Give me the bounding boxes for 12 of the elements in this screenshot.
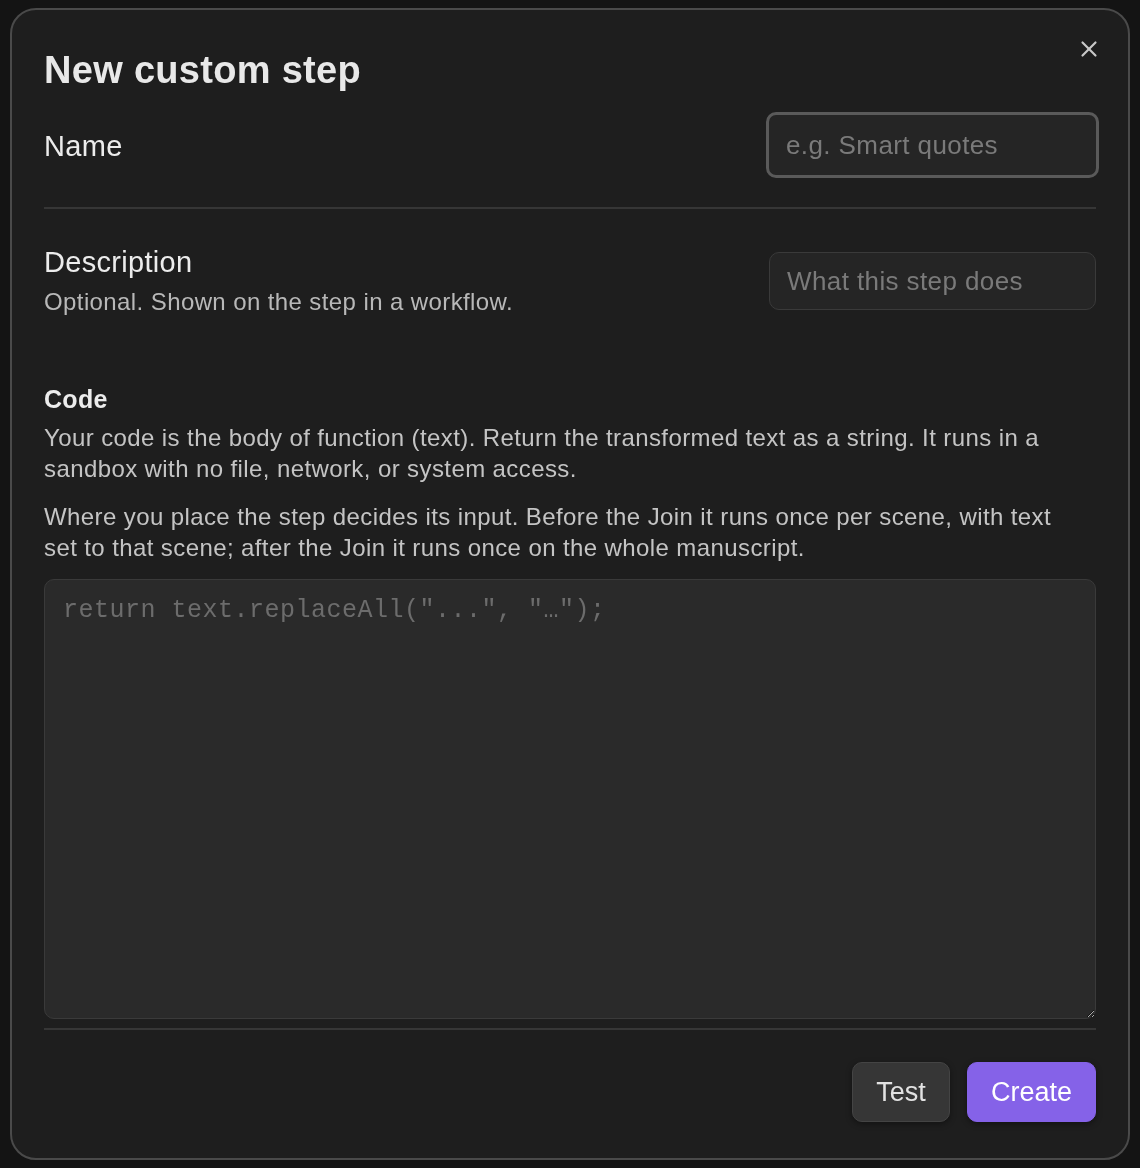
field-label: Description [44,245,194,279]
code-editor[interactable]: return text.replaceAll("...", "…"); [44,579,1096,1019]
code-description: Your code is the body of function (text). Return the transformed text as a string. It runs in a sandbox with no file, network, or system access. [44,423,1040,484]
create-button[interactable]: Create [967,1062,1096,1122]
text-input[interactable]: e.g. Smart quotes [766,112,1099,178]
field-hint: Optional. Shown on the step in a workflow. [44,287,514,317]
test-button[interactable]: Test [852,1062,950,1122]
field-label: Name [44,129,123,163]
code-label: Code [44,384,108,414]
code-description: Where you place the step decides its input. Before the Join it runs once per scene, with text set to that scene; after the Join it runs once on the whole manuscript. [44,502,1053,563]
dialog-title: New custom step [44,48,362,92]
text-input[interactable]: What this step does [769,252,1096,310]
